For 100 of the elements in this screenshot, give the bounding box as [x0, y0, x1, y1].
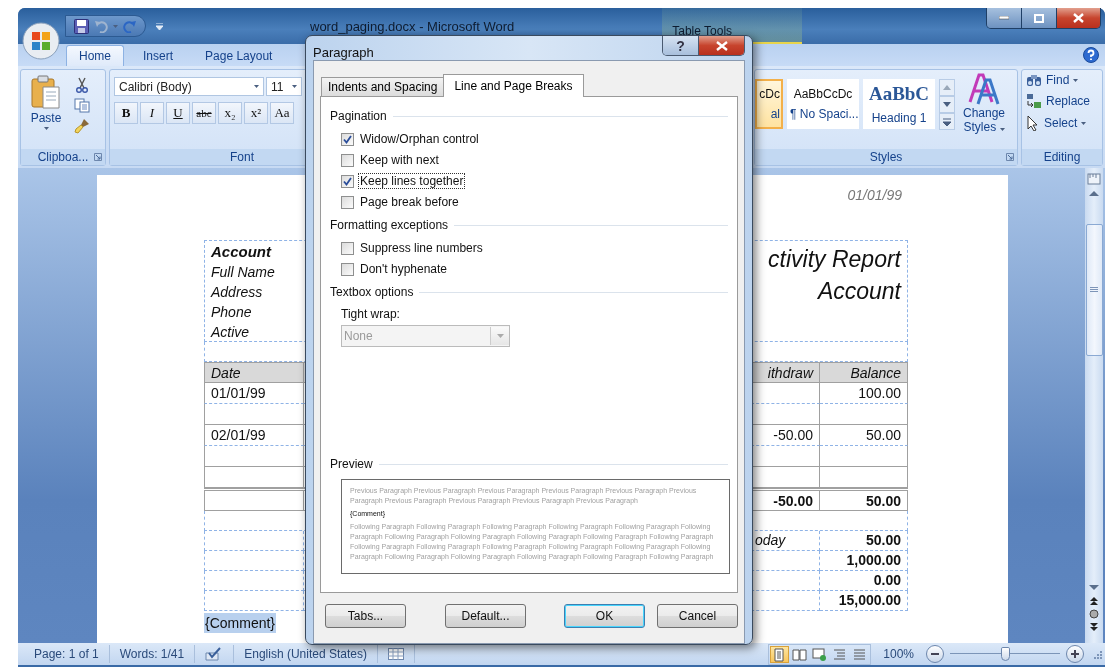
- checkbox[interactable]: [341, 132, 354, 146]
- summary-value: 15,000.00: [820, 591, 908, 611]
- checkbox[interactable]: [341, 241, 354, 255]
- caret-icon: [292, 85, 297, 88]
- table-icon[interactable]: [387, 648, 404, 660]
- scroll-down-icon[interactable]: [939, 96, 955, 113]
- caret-icon: [1081, 121, 1087, 125]
- font-name-field[interactable]: Calibri (Body): [114, 77, 264, 96]
- dialog-button[interactable]: OK: [564, 604, 645, 628]
- format-button[interactable]: Aa: [270, 102, 294, 124]
- checkbox-label[interactable]: Suppress line numbers: [358, 240, 485, 256]
- table-cell: 100.00: [820, 383, 908, 404]
- format-button[interactable]: I: [140, 102, 164, 124]
- ribbon-tab[interactable]: Insert: [130, 45, 187, 66]
- caret-icon: [496, 334, 504, 338]
- format-button[interactable]: x₂: [218, 102, 242, 124]
- checkbox[interactable]: [341, 195, 354, 209]
- customize-toolbar-icon[interactable]: [156, 22, 163, 30]
- proofing-icon[interactable]: [205, 647, 224, 661]
- scissors-icon[interactable]: [75, 77, 89, 93]
- scroll-up-icon[interactable]: [1088, 188, 1100, 198]
- dialog-title: Paragraph: [313, 45, 374, 60]
- checkbox-label[interactable]: Page break before: [358, 194, 461, 210]
- checkbox-label[interactable]: Keep lines together: [358, 173, 466, 189]
- zoom-in-button[interactable]: [1066, 645, 1084, 663]
- account-title: Account: [211, 242, 273, 262]
- format-button[interactable]: x²: [244, 102, 268, 124]
- view-icon: [812, 646, 828, 662]
- checkbox-label[interactable]: Widow/Orphan control: [358, 131, 481, 147]
- scroll-thumb[interactable]: [1085, 224, 1103, 356]
- dialog-button[interactable]: Default...: [445, 604, 526, 628]
- editing-button[interactable]: Select: [1026, 114, 1098, 132]
- view-icon: [792, 646, 808, 662]
- browse-object-icon[interactable]: [1089, 609, 1099, 619]
- dialog-button[interactable]: Tabs...: [325, 604, 406, 628]
- zoom-level[interactable]: 100%: [883, 647, 914, 661]
- maximize-button[interactable]: [1022, 8, 1057, 28]
- comment-field[interactable]: {Comment}: [204, 613, 277, 633]
- editing-button[interactable]: Replace: [1026, 92, 1098, 110]
- ribbon-tab[interactable]: Page Layout: [192, 45, 286, 66]
- checkbox[interactable]: [341, 153, 354, 167]
- more-styles-icon[interactable]: [939, 113, 955, 130]
- style-sample: cDc: [758, 87, 780, 101]
- help-icon[interactable]: [1083, 47, 1099, 63]
- grip-icon: [1090, 287, 1098, 293]
- ruler-icon[interactable]: [1087, 172, 1101, 186]
- previous-page-icon[interactable]: [1089, 595, 1099, 607]
- resize-grip-icon[interactable]: [1092, 649, 1102, 659]
- next-page-icon[interactable]: [1089, 621, 1099, 633]
- checkbox[interactable]: [341, 174, 354, 188]
- style-tile[interactable]: cDc al: [755, 79, 783, 129]
- format-button[interactable]: abc: [192, 102, 216, 124]
- save-icon[interactable]: [74, 18, 89, 34]
- dialog-tab[interactable]: Line and Page Breaks: [443, 74, 584, 97]
- summary-value: 50.00: [820, 531, 908, 551]
- dialog-launcher-icon[interactable]: [94, 153, 102, 161]
- table-cell: 02/01/99: [204, 425, 304, 446]
- vertical-scrollbar[interactable]: [1085, 168, 1103, 643]
- group-label: Clipboa...: [37, 150, 89, 164]
- dialog-tab[interactable]: Indents and Spacing: [321, 77, 445, 96]
- checkmark-icon: [343, 176, 352, 186]
- column-header: Balance: [820, 362, 908, 383]
- copy-icon[interactable]: [74, 98, 90, 113]
- table-cell: 01/01/99: [204, 383, 304, 404]
- zoom-out-button[interactable]: [926, 645, 944, 663]
- dialog-launcher-icon[interactable]: [1006, 153, 1014, 161]
- help-button[interactable]: ?: [663, 36, 699, 55]
- slider-thumb[interactable]: [1001, 647, 1010, 661]
- checkbox-label[interactable]: Keep with next: [358, 152, 441, 168]
- summary-value: 0.00: [820, 571, 908, 591]
- caret-icon: [43, 127, 49, 130]
- minimize-button[interactable]: [987, 8, 1022, 28]
- style-name: ¶ No Spaci...: [790, 107, 856, 121]
- checkbox[interactable]: [341, 262, 354, 276]
- paste-button[interactable]: Paste: [24, 73, 68, 146]
- checkmark-icon: [343, 134, 352, 144]
- section-heading: Textbox options: [330, 285, 414, 299]
- style-tile[interactable]: AaBbCcDc ¶ No Spaci...: [787, 79, 859, 129]
- format-button[interactable]: B: [114, 102, 138, 124]
- caret-icon: [254, 85, 259, 88]
- group-label: Editing: [1043, 150, 1081, 164]
- paintbrush-icon[interactable]: [74, 118, 90, 134]
- view-button[interactable]: [770, 645, 790, 663]
- dialog-button[interactable]: Cancel: [657, 604, 738, 628]
- ribbon-tab[interactable]: Home: [66, 45, 124, 66]
- checkbox-label[interactable]: Don't hyphenate: [358, 261, 450, 277]
- style-tile[interactable]: AaBbC Heading 1: [863, 79, 935, 129]
- format-button[interactable]: U: [166, 102, 190, 124]
- close-button[interactable]: [699, 36, 744, 55]
- undo-menu-caret-icon: [113, 24, 118, 28]
- scroll-down-icon[interactable]: [1088, 583, 1100, 593]
- editing-button[interactable]: Find: [1026, 72, 1098, 88]
- summary-value: 1,000.00: [820, 551, 908, 571]
- header-date: 01/01/99: [847, 187, 902, 203]
- change-styles-button[interactable]: Change Styles: [957, 70, 1011, 149]
- field-label: Address: [211, 283, 264, 302]
- view-icon: [852, 646, 868, 662]
- page-count: Page: 1 of 1: [24, 645, 110, 663]
- close-button[interactable]: [1057, 8, 1100, 28]
- font-size-field[interactable]: 11: [266, 77, 302, 96]
